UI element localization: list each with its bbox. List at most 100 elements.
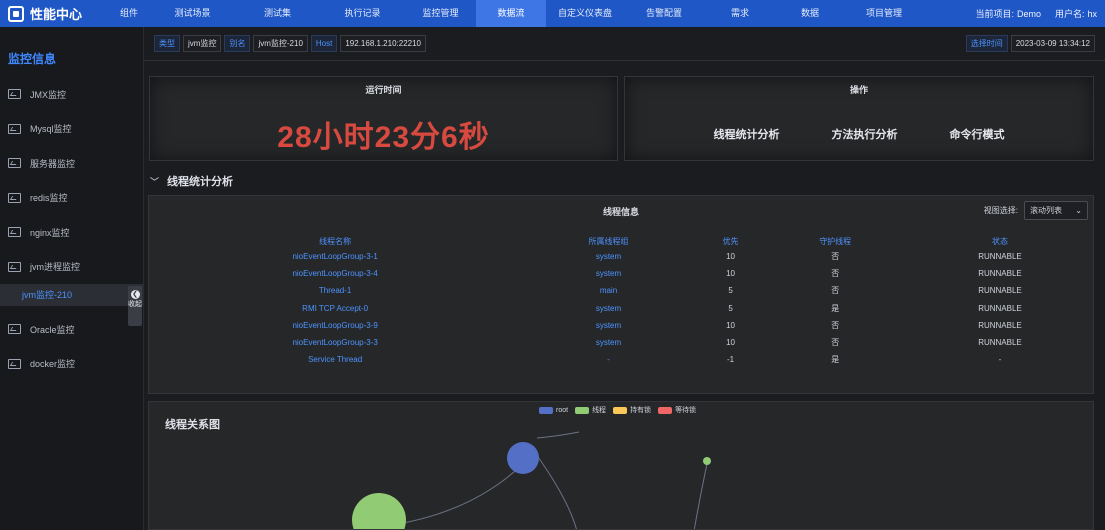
column-header[interactable]: 状态 xyxy=(905,234,1095,248)
sidebar-item-after-1[interactable]: docker监控 xyxy=(0,347,143,382)
nav-item-3[interactable]: 执行记录 xyxy=(320,0,405,27)
table-cell: 10 xyxy=(726,252,736,262)
column-header[interactable]: 优先 xyxy=(696,234,766,248)
sidebar-item-label: nginx监控 xyxy=(30,227,70,238)
table-row[interactable]: Service Thread - -1 是 - xyxy=(149,351,1095,368)
sidebar-item-label: 服务器监控 xyxy=(30,158,76,169)
nav-item-8[interactable]: 需求 xyxy=(704,0,776,27)
table-cell: RUNNABLE xyxy=(978,338,1022,348)
table-row[interactable]: nioEventLoopGroup-3-1 system 10 否 RUNNABLE xyxy=(149,248,1095,265)
thread-graph[interactable] xyxy=(149,402,1094,530)
table-cell[interactable]: Thread-1 xyxy=(149,282,521,299)
view-select[interactable]: 滚动列表 ⌄ xyxy=(1024,201,1088,220)
table-cell: 5 xyxy=(728,303,733,313)
legend-item[interactable]: root xyxy=(539,405,568,415)
view-select-value: 滚动列表 xyxy=(1030,206,1062,215)
table-cell: 否 xyxy=(831,252,840,262)
table-cell: 10 xyxy=(726,338,736,348)
current-user[interactable]: 用户名: hx xyxy=(1055,7,1097,20)
table-row[interactable]: nioEventLoopGroup-3-4 system 10 否 RUNNABLE xyxy=(149,265,1095,282)
table-cell[interactable]: RMI TCP Accept-0 xyxy=(149,300,521,317)
table-cell[interactable]: nioEventLoopGroup-3-9 xyxy=(149,317,521,334)
table-row[interactable]: nioEventLoopGroup-3-9 system 10 否 RUNNABLE xyxy=(149,317,1095,334)
monitor-icon xyxy=(8,358,21,369)
runtime-panel: 运行时间 28小时23分6秒 xyxy=(149,76,618,161)
user-info: 当前项目: Demo 用户名: hx xyxy=(975,7,1105,20)
collapse-sidebar-button[interactable]: ❮ 收起 xyxy=(128,286,142,326)
sidebar-item-3[interactable]: redis监控 xyxy=(0,181,143,216)
current-project[interactable]: 当前项目: Demo xyxy=(975,7,1041,20)
table-cell: system xyxy=(595,252,622,262)
sidebar-title: 监控信息 xyxy=(8,52,57,66)
runtime-title: 运行时间 xyxy=(365,85,402,95)
table-cell: system xyxy=(595,320,622,330)
sidebar-item-5[interactable]: jvm进程监控 xyxy=(0,250,143,285)
table-cell: 10 xyxy=(726,320,736,330)
sidebar-item-label: redis监控 xyxy=(30,193,68,204)
chevron-down-icon: ⌄ xyxy=(1075,206,1082,215)
thread-graph-panel: 线程关系图 root 线程 持有锁 等待锁 xyxy=(148,401,1094,530)
main-nav: 组件 测试场景 测试集 执行记录 监控管理 数据流 自定义仪表盘 告警配置 需求 数据 项目管理 xyxy=(108,0,924,27)
nav-item-5[interactable]: 数据流 xyxy=(476,0,546,27)
table-cell[interactable]: Service Thread xyxy=(149,351,521,368)
legend-item[interactable]: 持有锁 xyxy=(613,405,651,415)
nav-item-7[interactable]: 告警配置 xyxy=(624,0,704,27)
command-mode-button[interactable]: 命令行模式 xyxy=(950,126,1005,142)
nav-item-9[interactable]: 数据 xyxy=(776,0,844,27)
legend-swatch xyxy=(613,406,628,414)
host-value: 192.168.1.210:22210 xyxy=(340,35,426,52)
app-logo-icon xyxy=(8,5,24,22)
thread-table: 线程名称 所属线程组 优先 守护线程 状态 nioEventLoopGroup-3-1 s… xyxy=(149,234,1095,368)
table-cell: 是 xyxy=(831,355,840,365)
time-label: 选择时间 xyxy=(965,35,1008,52)
monitor-icon xyxy=(8,158,21,169)
table-cell: system xyxy=(595,269,622,279)
section-header[interactable]: ﹀ 线程统计分析 xyxy=(150,173,233,189)
table-cell[interactable]: nioEventLoopGroup-3-3 xyxy=(149,334,521,351)
nav-item-10[interactable]: 项目管理 xyxy=(844,0,924,27)
table-cell: 10 xyxy=(726,269,736,279)
sidebar-item-0[interactable]: JMX监控 xyxy=(0,77,143,112)
time-picker[interactable]: 2023-03-09 13:34:12 xyxy=(1010,35,1095,52)
table-row[interactable]: nioEventLoopGroup-3-3 system 10 否 RUNNABLE xyxy=(149,334,1095,351)
sidebar-item-1[interactable]: Mysql监控 xyxy=(0,112,143,147)
column-header[interactable]: 所属线程组 xyxy=(521,234,695,248)
monitor-icon xyxy=(8,261,21,272)
monitor-icon xyxy=(8,89,21,100)
sidebar-item-4[interactable]: nginx监控 xyxy=(0,215,143,250)
sidebar-item-after-0[interactable]: Oracle监控 xyxy=(0,312,143,347)
nav-item-4[interactable]: 监控管理 xyxy=(405,0,476,27)
legend-swatch xyxy=(658,406,673,414)
table-cell: RUNNABLE xyxy=(978,286,1022,296)
nav-item-0[interactable]: 组件 xyxy=(108,0,150,27)
table-cell: - xyxy=(998,355,1002,365)
app-title: 性能中心 xyxy=(30,7,83,22)
sidebar-subitem-jvm-210[interactable]: jvm监控-210 xyxy=(0,284,143,306)
legend-item[interactable]: 线程 xyxy=(575,405,606,415)
nav-item-1[interactable]: 测试场景 xyxy=(150,0,235,27)
sidebar-item-label: JMX监控 xyxy=(30,89,67,100)
nav-item-6[interactable]: 自定义仪表盘 xyxy=(546,0,624,27)
graph-node-root[interactable] xyxy=(507,442,539,474)
graph-node-thread[interactable] xyxy=(352,493,406,530)
column-header[interactable]: 守护线程 xyxy=(765,234,905,248)
legend-item[interactable]: 等待锁 xyxy=(658,405,696,415)
graph-node-thread-small[interactable] xyxy=(703,457,711,465)
section-title: 线程统计分析 xyxy=(167,176,234,188)
table-cell: 否 xyxy=(831,269,840,279)
table-row[interactable]: RMI TCP Accept-0 system 5 是 RUNNABLE xyxy=(149,300,1095,317)
sidebar-item-2[interactable]: 服务器监控 xyxy=(0,146,143,181)
alias-value: jvm监控-210 xyxy=(253,35,308,52)
table-cell[interactable]: nioEventLoopGroup-3-1 xyxy=(149,248,521,265)
legend-label: 等待锁 xyxy=(675,407,697,414)
table-row[interactable]: Thread-1 main 5 否 RUNNABLE xyxy=(149,282,1095,299)
thread-stats-button[interactable]: 线程统计分析 xyxy=(714,126,780,142)
thread-info-title: 线程信息 xyxy=(602,207,639,217)
column-header[interactable]: 线程名称 xyxy=(149,234,521,248)
method-exec-button[interactable]: 方法执行分析 xyxy=(832,126,898,142)
nav-item-2[interactable]: 测试集 xyxy=(235,0,320,27)
table-cell[interactable]: nioEventLoopGroup-3-4 xyxy=(149,265,521,282)
monitor-info-bar: 类型 jvm监控 别名 jvm监控-210 Host 192.168.1.210… xyxy=(144,27,1105,61)
brand[interactable]: 性能中心 xyxy=(0,0,108,27)
table-cell: 否 xyxy=(831,286,840,296)
